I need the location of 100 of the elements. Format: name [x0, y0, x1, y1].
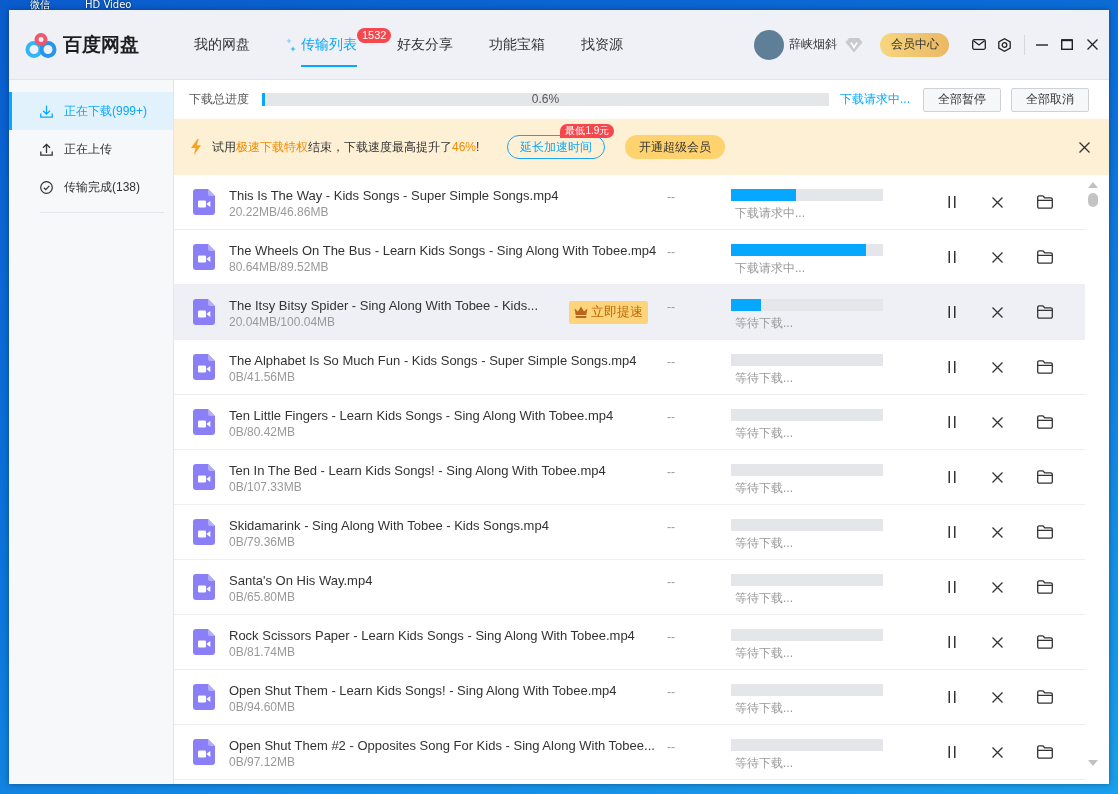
crown-icon	[574, 306, 588, 318]
download-status: 等待下载...	[735, 480, 793, 496]
download-speed: --	[667, 355, 675, 369]
video-file-icon	[193, 354, 215, 380]
video-file-icon	[193, 464, 215, 490]
download-icon	[40, 104, 53, 118]
settings-icon[interactable]	[998, 37, 1011, 52]
download-status: 等待下载...	[735, 535, 793, 551]
file-size: 20.04MB/100.04MB	[229, 314, 336, 331]
pause-icon[interactable]	[947, 361, 957, 373]
folder-icon[interactable]	[1037, 525, 1053, 539]
count-badge: 1532	[357, 27, 392, 43]
progress-status: 下载请求中...	[840, 91, 910, 108]
file-size: 0B/41.56MB	[229, 369, 296, 386]
avatar[interactable]	[754, 29, 784, 60]
folder-icon[interactable]	[1037, 635, 1053, 649]
video-file-icon	[193, 684, 215, 710]
file-name: Open Shut Them - Learn Kids Songs! - Sing Along With Tobee.mp4	[229, 682, 617, 699]
sparkle-icon	[286, 36, 296, 53]
cancel-icon[interactable]	[992, 251, 1003, 263]
folder-icon[interactable]	[1037, 580, 1053, 594]
cancel-icon[interactable]	[992, 691, 1003, 703]
folder-icon[interactable]	[1037, 745, 1053, 759]
pause-icon[interactable]	[947, 471, 957, 483]
download-speed: --	[667, 300, 675, 314]
video-file-icon	[193, 299, 215, 325]
cancel-icon[interactable]	[992, 581, 1003, 593]
file-size: 0B/94.60MB	[229, 699, 296, 716]
download-status: 等待下载...	[735, 590, 793, 606]
upgrade-button[interactable]: 开通超级会员	[625, 135, 726, 159]
cancel-icon[interactable]	[992, 526, 1003, 538]
pause-icon[interactable]	[947, 251, 957, 263]
maximize-icon[interactable]	[1061, 39, 1073, 50]
close-icon[interactable]	[1087, 39, 1098, 50]
pause-icon[interactable]	[947, 416, 957, 428]
nav-tab[interactable]: 功能宝箱	[489, 22, 545, 67]
mail-icon[interactable]	[972, 39, 986, 50]
download-status: 下载请求中...	[735, 205, 805, 221]
video-file-icon	[193, 574, 215, 600]
minimize-icon[interactable]	[1036, 43, 1048, 46]
video-file-icon	[193, 189, 215, 215]
pause-icon[interactable]	[947, 746, 957, 758]
action-button[interactable]: 全部取消	[1011, 87, 1089, 112]
file-name: Skidamarink - Sing Along With Tobee - Kids Songs.mp4	[229, 517, 549, 534]
file-size: 0B/65.80MB	[229, 589, 296, 606]
download-speed: --	[667, 465, 675, 479]
cancel-icon[interactable]	[992, 746, 1003, 758]
cancel-icon[interactable]	[992, 636, 1003, 648]
desktop-icon-label: HD Video	[85, 0, 132, 10]
file-name: The Itsy Bitsy Spider - Sing Along With Tobee - Kids...	[229, 297, 538, 314]
video-file-icon	[193, 739, 215, 765]
cancel-icon[interactable]	[992, 196, 1003, 208]
diamond-icon	[845, 36, 863, 53]
file-size: 0B/80.42MB	[229, 424, 296, 441]
promo-message: 试用极速下载特权结束，下载速度最高提升了46%!	[212, 138, 480, 156]
pause-icon[interactable]	[947, 636, 957, 648]
member-center-button[interactable]: 会员中心	[880, 32, 949, 57]
download-status: 等待下载...	[735, 700, 793, 716]
pause-icon[interactable]	[947, 581, 957, 593]
download-speed: --	[667, 630, 675, 644]
cancel-icon[interactable]	[992, 416, 1003, 428]
video-file-icon	[193, 244, 215, 270]
folder-icon[interactable]	[1037, 360, 1053, 374]
sidebar-item[interactable]: 传输完成(138)	[9, 168, 173, 206]
cancel-icon[interactable]	[992, 471, 1003, 483]
file-size: 0B/107.33MB	[229, 479, 302, 496]
file-name: This Is The Way - Kids Songs - Super Simple Songs.mp4	[229, 187, 559, 204]
pause-icon[interactable]	[947, 196, 957, 208]
folder-icon[interactable]	[1037, 415, 1053, 429]
nav-tab[interactable]: 找资源	[581, 22, 623, 67]
file-size: 20.22MB/46.86MB	[229, 204, 329, 221]
file-name: Santa's On His Way.mp4	[229, 572, 373, 589]
pause-icon[interactable]	[947, 691, 957, 703]
file-name: Rock Scissors Paper - Learn Kids Songs - Sing Along With Tobee.mp4	[229, 627, 635, 644]
folder-icon[interactable]	[1037, 195, 1053, 209]
pause-icon[interactable]	[947, 306, 957, 318]
download-status: 等待下载...	[735, 370, 793, 386]
action-button[interactable]: 全部暂停	[923, 87, 1001, 112]
folder-icon[interactable]	[1037, 690, 1053, 704]
nav-tab[interactable]: 我的网盘	[194, 22, 250, 67]
folder-icon[interactable]	[1037, 305, 1053, 319]
nav-tab[interactable]: 好友分享	[397, 22, 453, 67]
sidebar-item[interactable]: 正在上传	[9, 130, 173, 168]
folder-icon[interactable]	[1037, 250, 1053, 264]
logo-icon	[25, 30, 57, 59]
download-row[interactable]: The Itsy Bitsy Spider - Sing Along With Tobee - Kids... 20.04MB/100.04MB 立即提速 -- 等待下载...	[174, 285, 1085, 340]
desktop-icon-label: 微信	[30, 0, 50, 10]
pause-icon[interactable]	[947, 526, 957, 538]
download-status: 等待下载...	[735, 645, 793, 661]
folder-icon[interactable]	[1037, 470, 1053, 484]
user-name: 辞峡烟斜	[789, 36, 837, 53]
file-name: Ten Little Fingers - Learn Kids Songs - Sing Along With Tobee.mp4	[229, 407, 614, 424]
video-file-icon	[193, 629, 215, 655]
file-name: Open Shut Them #2 - Opposites Song For Kids - Sing Along With Tobee...	[229, 737, 655, 754]
check-circle-icon	[40, 180, 53, 194]
cancel-icon[interactable]	[992, 306, 1003, 318]
close-icon[interactable]	[1079, 141, 1090, 153]
download-speed: --	[667, 410, 675, 424]
cancel-icon[interactable]	[992, 361, 1003, 373]
scrollbar-thumb[interactable]	[1088, 193, 1098, 207]
